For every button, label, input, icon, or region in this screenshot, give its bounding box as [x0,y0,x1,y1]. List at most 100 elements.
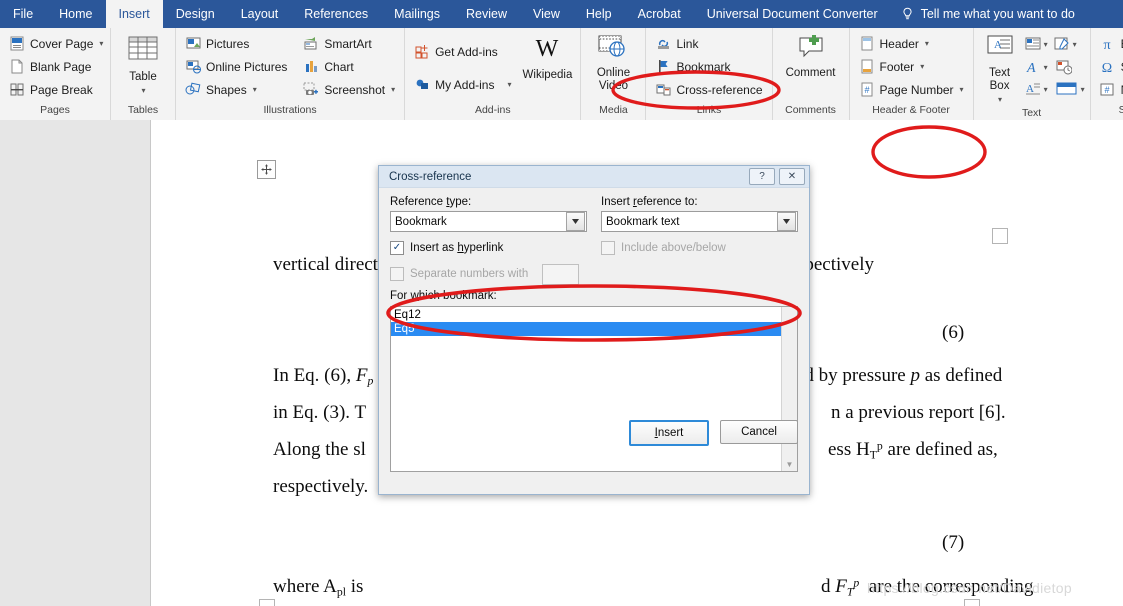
tab-mailings[interactable]: Mailings [381,0,453,28]
symbol-button[interactable]: Ω Symbol ▾ [1096,55,1123,78]
item-label: Page Break [30,82,93,97]
chevron-down-icon: ▾ [920,62,925,71]
cross-reference-button[interactable]: Cross-reference [651,78,766,101]
drop-cap-icon[interactable]: A [1025,81,1041,97]
dialog-title-bar[interactable]: Cross-reference ? ✕ [379,166,809,188]
tab-label: Universal Document Converter [706,7,878,21]
chevron-down-icon[interactable] [566,212,585,231]
listbox-scrollbar[interactable]: ▼ [781,307,797,471]
cancel-button-label: Cancel [741,426,777,438]
table-button[interactable]: Table ▾ [116,32,170,97]
include-above-below-field: Include above/below [601,232,798,258]
item-label: Text Box [989,67,1011,92]
smartart-button[interactable]: SmartArt [299,32,399,55]
equation-button[interactable]: π Equation ▾ [1096,32,1123,55]
blank-page-button[interactable]: Blank Page [5,55,107,78]
tab-review[interactable]: Review [453,0,520,28]
reference-type-select[interactable]: Bookmark [390,211,587,232]
tab-label: File [13,7,34,21]
tab-label: View [533,7,560,21]
group-label-media: Media [599,104,628,116]
chevron-down-icon[interactable]: ▾ [1044,85,1048,94]
list-item-selected[interactable]: Eq5 [391,322,781,336]
tab-universal-document-converter[interactable]: Universal Document Converter [694,0,891,28]
table-move-handle-icon[interactable] [257,160,276,179]
link-icon [655,36,671,52]
include-above-below-label: Include above/below [621,242,726,254]
text-box-icon: A [984,34,1016,64]
quick-parts-icon[interactable] [1025,36,1041,52]
tell-me-box[interactable]: Tell me what you want to do [891,0,1085,28]
cancel-button[interactable]: Cancel [720,420,798,444]
item-label: Shapes [206,82,247,97]
tab-acrobat[interactable]: Acrobat [625,0,694,28]
bookmark-list[interactable]: Eq12 Eq5 [391,307,781,471]
chevron-down-icon[interactable]: ▾ [1044,40,1048,49]
equation-pi-icon: π [1100,36,1116,52]
lightbulb-icon [901,7,914,21]
insert-as-hyperlink-checkbox[interactable]: ✓ Insert as hyperlink [390,238,587,258]
item-label: Screenshot [324,82,386,97]
tab-file[interactable]: File [0,0,46,28]
get-addins-button[interactable]: Get Add-ins [410,40,515,63]
tab-label: Help [585,7,612,21]
reference-type-label: Reference type: [390,196,472,208]
page-break-button[interactable]: Page Break [5,78,107,101]
wordart-icon[interactable]: A [1025,59,1041,75]
item-label: Comment [785,67,836,79]
insert-reference-to-label: Insert reference to: [601,196,698,208]
comment-button[interactable]: Comment [778,32,844,80]
chart-button[interactable]: Chart [299,55,399,78]
item-label: Online Video [596,67,631,92]
dialog-button-row: Insert Cancel [629,420,798,446]
header-button[interactable]: Header ▾ [855,32,968,55]
tab-layout[interactable]: Layout [228,0,292,28]
chevron-down-icon[interactable] [777,212,796,231]
insert-reference-to-select[interactable]: Bookmark text [601,211,798,232]
number-button[interactable]: # Number [1096,78,1123,101]
bookmark-listbox[interactable]: Eq12 Eq5 ▼ [390,306,798,472]
scroll-down-icon[interactable]: ▼ [782,457,797,471]
dialog-close-button[interactable]: ✕ [779,168,805,185]
wikipedia-button[interactable]: W Wikipedia [519,32,575,82]
page-number-icon: # [859,82,875,98]
tab-help[interactable]: Help [573,0,625,28]
group-label-addins: Add-ins [474,104,511,116]
page-number-button[interactable]: # Page Number ▾ [855,78,968,101]
date-time-icon[interactable] [1056,59,1072,75]
insert-button[interactable]: Insert [629,420,709,446]
pictures-icon [185,36,201,52]
checkbox-checked-icon: ✓ [390,241,404,255]
pictures-button[interactable]: Pictures [181,32,291,55]
link-button[interactable]: Link [651,32,766,55]
dialog-top-row: Reference type: Bookmark Insert referenc… [390,196,798,232]
shapes-button[interactable]: Shapes ▾ [181,78,291,101]
cover-page-button[interactable]: Cover Page ▾ [5,32,107,55]
online-pictures-button[interactable]: Online Pictures [181,55,291,78]
my-addins-button[interactable]: My Add-ins ▾ [410,73,515,96]
chevron-down-icon[interactable]: ▾ [1073,40,1077,49]
signature-line-icon[interactable] [1054,36,1070,52]
tab-home[interactable]: Home [46,0,105,28]
footer-button[interactable]: Footer ▾ [855,55,968,78]
dialog-title: Cross-reference [389,170,472,183]
chevron-down-icon[interactable]: ▾ [1044,63,1048,72]
screenshot-button[interactable]: Screenshot ▾ [299,78,399,101]
list-item[interactable]: Eq12 [391,308,781,322]
tab-insert[interactable]: Insert [105,0,163,28]
object-icon[interactable] [1056,81,1078,97]
tab-references[interactable]: References [291,0,381,28]
bookmark-button[interactable]: Bookmark [651,55,766,78]
chevron-down-icon[interactable]: ▾ [1081,85,1085,94]
text-box-button[interactable]: A Text Box ▾ [979,32,1021,106]
tab-view[interactable]: View [520,0,573,28]
header-icon [859,36,875,52]
close-icon: ✕ [787,171,797,182]
tab-design[interactable]: Design [163,0,228,28]
table-icon [127,34,159,68]
cross-reference-dialog[interactable]: Cross-reference ? ✕ Reference type: Book… [378,165,810,495]
dialog-help-button[interactable]: ? [749,168,775,185]
insert-reference-to-value: Bookmark text [606,215,680,228]
include-above-below-checkbox: Include above/below [601,238,798,258]
online-video-button[interactable]: Online Video [586,32,640,93]
